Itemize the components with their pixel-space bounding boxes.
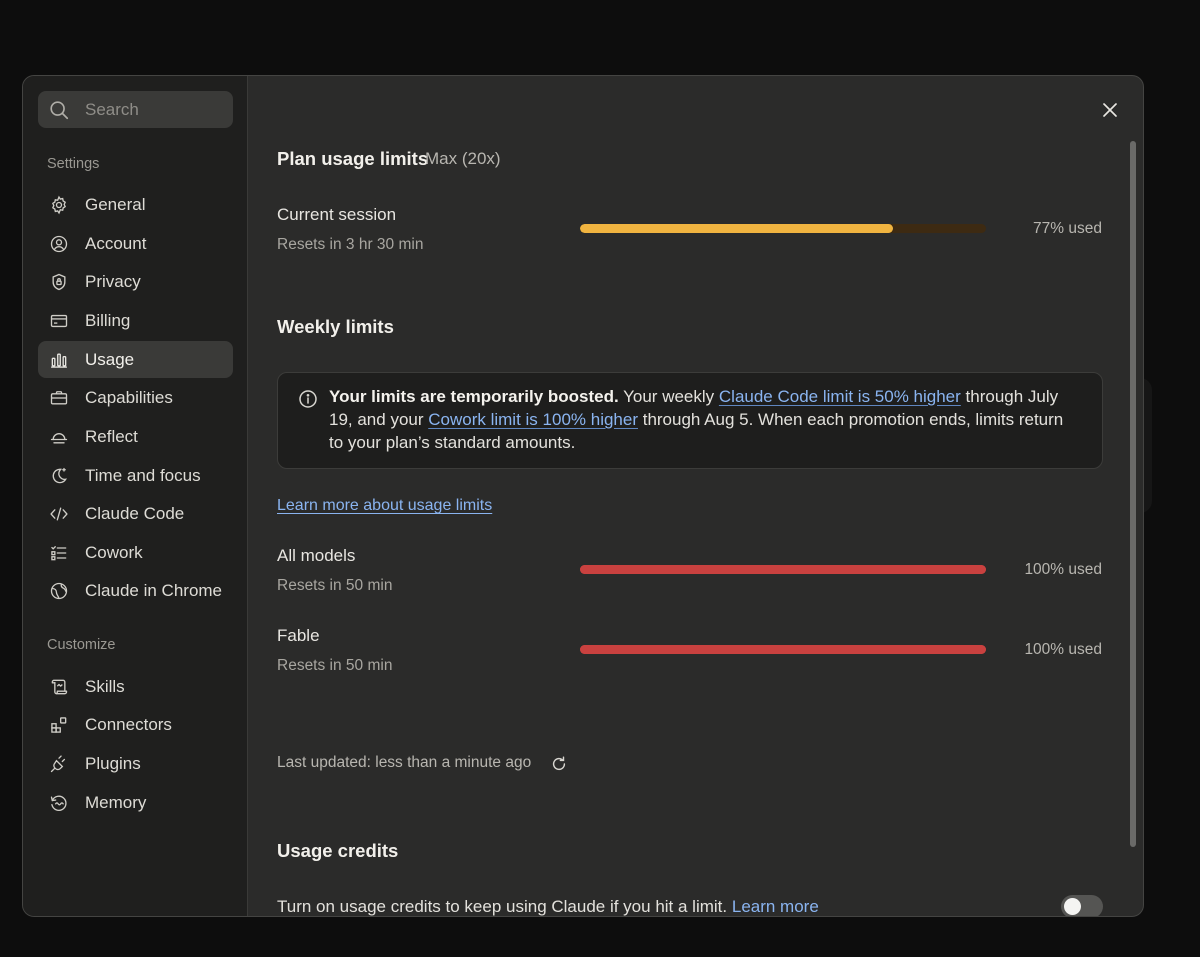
customize-section-label: Customize <box>47 637 116 653</box>
fable-title: Fable <box>277 626 320 645</box>
boost-notice-bold: Your limits are temporarily boosted. <box>329 387 619 406</box>
search-icon <box>50 100 69 119</box>
sidebar-item-label: Claude Code <box>85 503 185 523</box>
plan-usage-title: Plan usage limits <box>277 148 429 169</box>
last-updated-text: Last updated: less than a minute ago <box>277 754 532 771</box>
moon-icon <box>48 465 70 487</box>
user-circle-icon <box>48 233 70 255</box>
boost-notice: Your limits are temporarily boosted. You… <box>277 372 1103 469</box>
sidebar-item-privacy[interactable]: Privacy <box>38 263 233 300</box>
search-input[interactable]: Search <box>38 91 233 128</box>
memory-icon <box>48 792 70 814</box>
all-models-title: All models <box>277 546 356 565</box>
sidebar-item-label: Privacy <box>85 271 141 291</box>
sidebar-item-label: Account <box>85 233 147 253</box>
sidebar-item-reflect[interactable]: Reflect <box>38 418 233 455</box>
weekly-limits-title: Weekly limits <box>277 316 394 337</box>
sidebar-item-time-and-focus[interactable]: Time and focus <box>38 457 233 494</box>
scroll-icon <box>48 676 70 698</box>
all-models-progress-fill <box>580 565 986 574</box>
sidebar-item-label: Reflect <box>85 426 138 446</box>
scrollbar[interactable] <box>1130 141 1136 847</box>
fable-used: 100% used <box>1024 641 1102 658</box>
usage-panel: Plan usage limits Max (20x) Current sess… <box>248 76 1143 916</box>
fable-progress-bar <box>580 645 986 654</box>
sidebar-item-claude-code[interactable]: Claude Code <box>38 495 233 532</box>
checklist-icon <box>48 542 70 564</box>
sidebar-item-capabilities[interactable]: Capabilities <box>38 379 233 416</box>
usage-credits-description: Turn on usage credits to keep using Clau… <box>277 897 819 916</box>
blocks-icon <box>48 714 70 736</box>
usage-credits-learn-more-link[interactable]: Learn more <box>732 897 819 916</box>
close-icon <box>1103 103 1117 117</box>
sidebar-item-memory[interactable]: Memory <box>38 784 233 821</box>
sidebar-item-claude-in-chrome[interactable]: Claude in Chrome <box>38 572 233 609</box>
toggle-knob <box>1064 898 1081 915</box>
gear-icon <box>48 194 70 216</box>
sidebar-item-label: Skills <box>85 676 125 696</box>
current-session-progress-bar <box>580 224 986 233</box>
close-button[interactable] <box>1098 98 1122 122</box>
refresh-icon[interactable] <box>550 755 568 773</box>
boost-notice-text: Your limits are temporarily boosted. You… <box>329 385 1081 454</box>
search-placeholder: Search <box>85 99 139 119</box>
sidebar-item-label: Memory <box>85 792 147 812</box>
settings-modal: Search Settings General Account Privacy … <box>22 75 1144 917</box>
plug-icon <box>48 753 70 775</box>
fable-progress-fill <box>580 645 986 654</box>
all-models-reset: Resets in 50 min <box>277 577 393 594</box>
current-session-used: 77% used <box>1033 220 1102 237</box>
globe-icon <box>48 580 70 602</box>
sidebar-item-account[interactable]: Account <box>38 225 233 262</box>
sidebar-item-label: Claude in Chrome <box>85 580 223 600</box>
sidebar-item-label: Capabilities <box>85 387 173 407</box>
plan-name: Max (20x) <box>425 149 501 168</box>
sidebar-item-label: Billing <box>85 310 131 330</box>
shield-lock-icon <box>48 271 70 293</box>
sidebar-item-label: Connectors <box>85 714 172 734</box>
code-icon <box>48 503 70 525</box>
briefcase-icon <box>48 387 70 409</box>
usage-credits-text: Turn on usage credits to keep using Clau… <box>277 897 728 916</box>
all-models-used: 100% used <box>1024 561 1102 578</box>
fable-reset: Resets in 50 min <box>277 657 393 674</box>
sunset-icon <box>48 426 70 448</box>
sidebar-item-cowork[interactable]: Cowork <box>38 534 233 571</box>
sidebar-item-plugins[interactable]: Plugins <box>38 745 233 782</box>
usage-credits-toggle[interactable] <box>1061 895 1103 916</box>
bar-chart-icon <box>48 349 70 371</box>
current-session-reset: Resets in 3 hr 30 min <box>277 236 424 253</box>
claude-code-limit-link[interactable]: Claude Code limit is 50% higher <box>719 387 961 406</box>
cowork-limit-link[interactable]: Cowork limit is 100% higher <box>428 410 638 429</box>
usage-credits-title: Usage credits <box>277 840 399 861</box>
current-session-title: Current session <box>277 205 397 224</box>
settings-sidebar: Search Settings General Account Privacy … <box>23 76 248 916</box>
sidebar-item-billing[interactable]: Billing <box>38 302 233 339</box>
sidebar-item-label: General <box>85 194 146 214</box>
sidebar-item-label: Usage <box>85 349 135 369</box>
current-session-progress-fill <box>580 224 893 233</box>
learn-more-usage-link[interactable]: Learn more about usage limits <box>277 497 492 515</box>
sidebar-item-general[interactable]: General <box>38 186 233 223</box>
sidebar-item-label: Cowork <box>85 542 143 562</box>
sidebar-item-connectors[interactable]: Connectors <box>38 706 233 743</box>
settings-section-label: Settings <box>47 156 100 172</box>
notice-text-part: Your weekly <box>618 387 719 406</box>
sidebar-item-usage[interactable]: Usage <box>38 341 233 378</box>
sidebar-item-label: Plugins <box>85 753 141 773</box>
all-models-progress-bar <box>580 565 986 574</box>
sidebar-item-skills[interactable]: Skills <box>38 668 233 705</box>
info-icon <box>299 390 317 408</box>
credit-card-icon <box>48 310 70 332</box>
sidebar-item-label: Time and focus <box>85 465 201 485</box>
